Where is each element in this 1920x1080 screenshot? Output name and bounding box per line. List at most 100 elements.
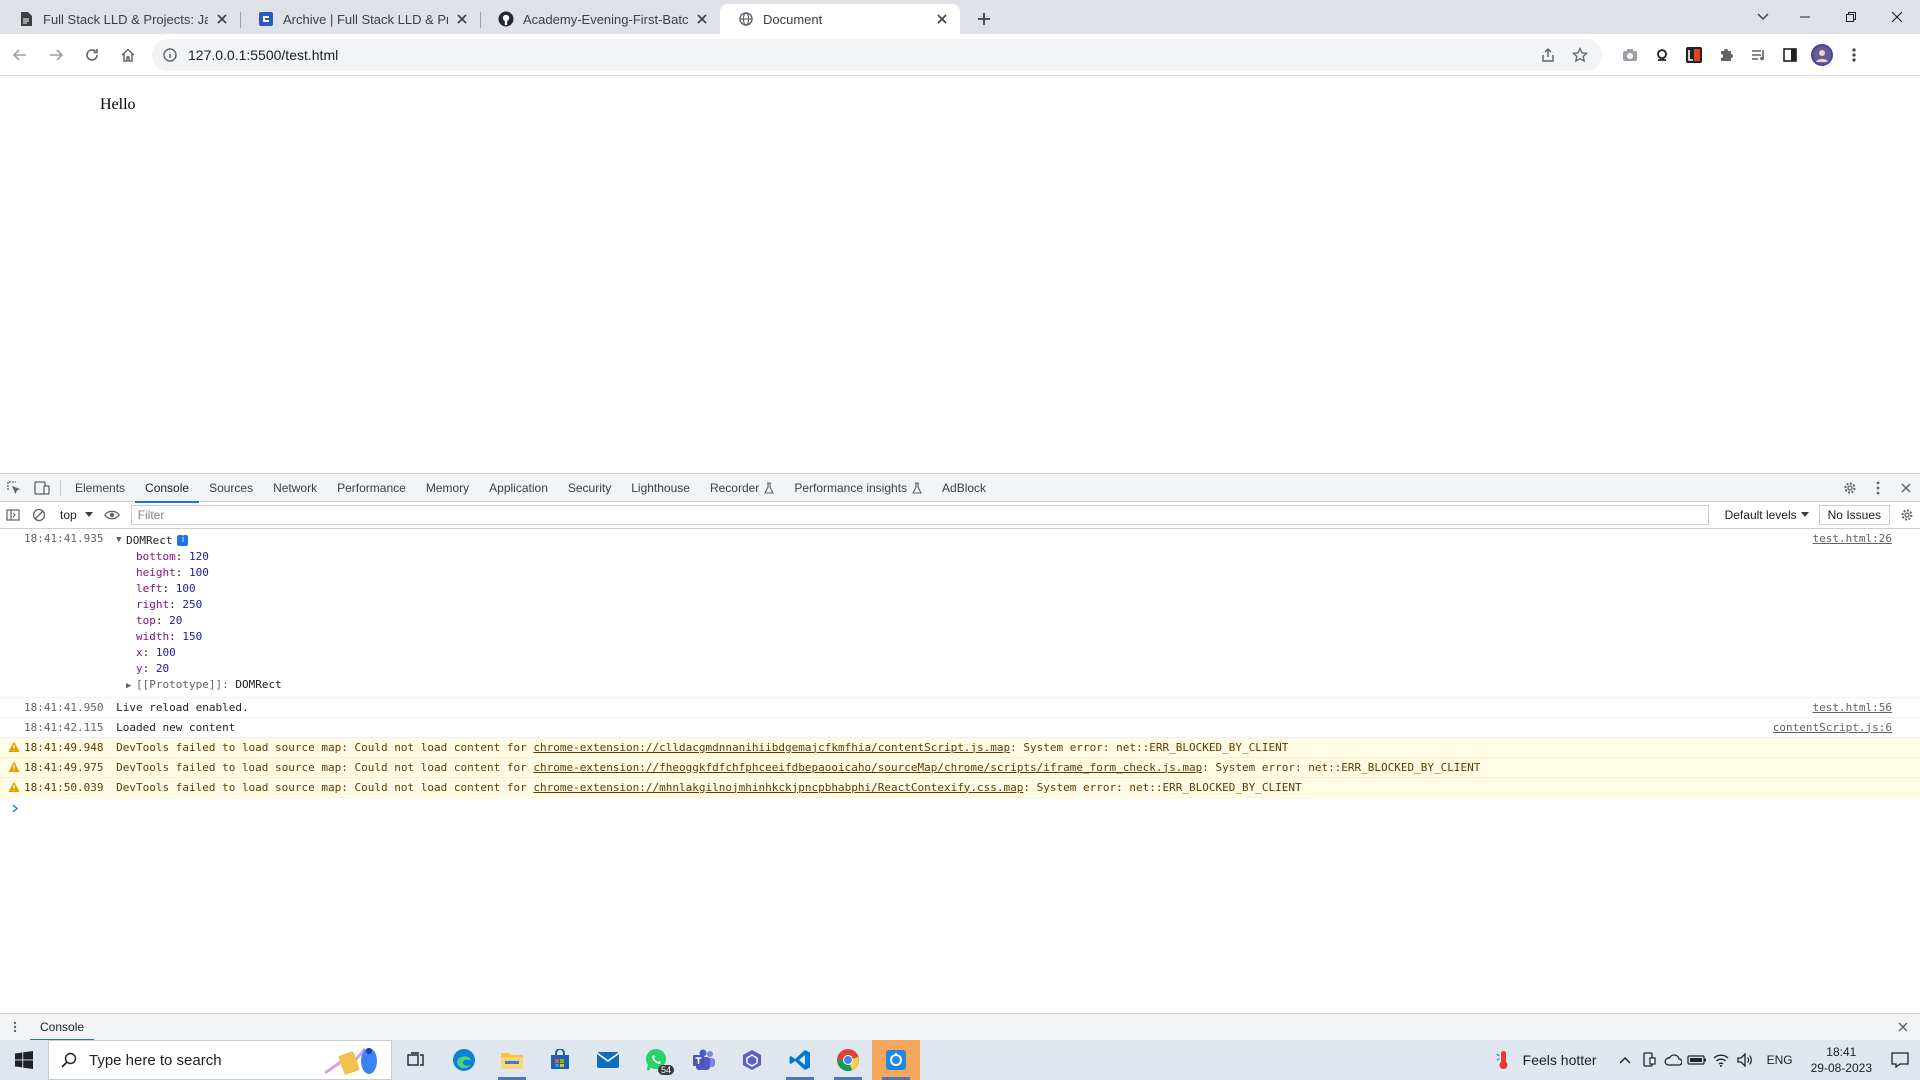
weather-widget[interactable]: Feels hotter — [1495, 1050, 1597, 1070]
reading-list-button[interactable] — [1742, 39, 1774, 71]
devtools-tab-security[interactable]: Security — [558, 474, 621, 502]
extensions-area — [1614, 39, 1870, 71]
device-toolbar-button[interactable] — [28, 474, 56, 502]
inspect-element-button[interactable] — [0, 474, 28, 502]
chrome-icon — [837, 1049, 859, 1072]
forward-button[interactable] — [40, 39, 72, 71]
source-map-link[interactable]: chrome-extension://mhnlakgilnojmhinhkckj… — [533, 781, 1023, 794]
devtools-tab-memory[interactable]: Memory — [416, 474, 479, 502]
input-language[interactable]: ENG — [1767, 1053, 1793, 1067]
flask-icon — [764, 481, 775, 494]
menu-button[interactable] — [1838, 39, 1870, 71]
object-toggle[interactable]: ▼ DOMRect i — [116, 534, 189, 547]
issues-button[interactable]: No Issues — [1818, 505, 1890, 525]
devtools-tab-performance[interactable]: Performance — [327, 474, 416, 502]
battery-button[interactable] — [1685, 1040, 1709, 1080]
home-button[interactable] — [112, 39, 144, 71]
meet-now-button[interactable] — [1637, 1040, 1661, 1080]
address-bar[interactable]: 127.0.0.1:5500/test.html — [152, 38, 1602, 71]
settings-button[interactable] — [1836, 474, 1864, 502]
prototype-toggle[interactable]: ▶ [[Prototype]]: DOMRect — [24, 677, 1920, 694]
devtools-tab-network[interactable]: Network — [263, 474, 327, 502]
devtools-tab-performance-insights[interactable]: Performance insights — [784, 474, 932, 502]
info-icon[interactable]: i — [177, 534, 189, 546]
console-prompt[interactable] — [0, 798, 1920, 816]
bookmark-button[interactable] — [1566, 41, 1594, 69]
taskbar-app-edge[interactable] — [440, 1040, 488, 1080]
drawer-tab-console[interactable]: Console — [30, 1014, 95, 1041]
devtools-menu-button[interactable] — [1864, 474, 1892, 502]
expanded-triangle-icon: ▼ — [116, 535, 122, 545]
browser-tab-1[interactable]: Full Stack LLD & Projects: JavaScript — [0, 4, 240, 34]
minimize-button[interactable] — [1782, 0, 1828, 34]
devtools-tab-sources[interactable]: Sources — [199, 474, 263, 502]
devtools-tab-application[interactable]: Application — [479, 474, 558, 502]
extensions-button[interactable] — [1710, 39, 1742, 71]
clock[interactable]: 18:41 29-08-2023 — [1811, 1044, 1872, 1076]
taskbar-app-hexagon[interactable] — [728, 1040, 776, 1080]
edge-icon — [453, 1049, 475, 1071]
reload-button[interactable] — [76, 39, 108, 71]
new-tab-button[interactable] — [970, 5, 998, 33]
taskbar-app-teams[interactable] — [680, 1040, 728, 1080]
source-map-link[interactable]: chrome-extension://fheoggkfdfchfphceeifd… — [533, 761, 1202, 774]
notifications-button[interactable] — [1880, 1040, 1920, 1080]
console-filter-input[interactable]: Filter — [130, 505, 1709, 525]
profile-button[interactable] — [1806, 39, 1838, 71]
clear-console-button[interactable] — [26, 502, 52, 528]
drawer-menu-button[interactable] — [0, 1021, 30, 1033]
side-panel-button[interactable] — [1774, 39, 1806, 71]
omega-extension[interactable] — [1646, 39, 1678, 71]
taskbar-app-mail[interactable] — [584, 1040, 632, 1080]
taskbar-app-file-explorer[interactable] — [488, 1040, 536, 1080]
volume-button[interactable] — [1733, 1040, 1757, 1080]
live-expression-button[interactable] — [99, 502, 125, 528]
network-button[interactable] — [1709, 1040, 1733, 1080]
restore-button[interactable] — [1828, 0, 1874, 34]
divider — [60, 479, 61, 496]
close-icon[interactable] — [934, 11, 950, 27]
show-hidden-icons-button[interactable] — [1613, 1040, 1637, 1080]
taskbar-app-whatsapp[interactable]: 54 — [632, 1040, 680, 1080]
devtools-tab-lighthouse[interactable]: Lighthouse — [621, 474, 700, 502]
globe-icon — [738, 11, 754, 27]
sidebar-toggle-button[interactable] — [0, 502, 26, 528]
url-text[interactable]: 127.0.0.1:5500/test.html — [188, 47, 1530, 63]
devtools-tab-console[interactable]: Console — [135, 474, 200, 503]
tab-title: Full Stack LLD & Projects: JavaScript — [43, 11, 208, 27]
console-settings-button[interactable] — [1894, 502, 1920, 528]
devtools-tab-recorder[interactable]: Recorder — [700, 474, 784, 502]
source-link[interactable]: test.html:56 — [1813, 701, 1892, 714]
close-devtools-button[interactable] — [1892, 474, 1920, 502]
close-icon[interactable] — [694, 11, 710, 27]
info-icon[interactable] — [160, 45, 180, 65]
log-levels-dropdown[interactable]: Default levels — [1715, 508, 1819, 522]
share-button[interactable] — [1534, 41, 1562, 69]
browser-tab-2[interactable]: Archive | Full Stack LLD & Projects — [240, 4, 480, 34]
back-button[interactable] — [4, 39, 36, 71]
browser-tab-4[interactable]: Document — [720, 4, 960, 34]
onedrive-button[interactable] — [1661, 1040, 1685, 1080]
devtools-tab-adblock[interactable]: AdBlock — [932, 474, 996, 502]
source-link[interactable]: contentScript.js:6 — [1773, 721, 1892, 734]
close-window-button[interactable] — [1874, 0, 1920, 34]
start-button[interactable] — [0, 1040, 48, 1080]
screenshot-extension[interactable] — [1614, 39, 1646, 71]
context-select[interactable]: top — [52, 508, 99, 522]
close-drawer-button[interactable] — [1894, 1018, 1912, 1036]
tab-search-button[interactable] — [1751, 5, 1775, 29]
lb-extension[interactable] — [1678, 39, 1710, 71]
close-icon[interactable] — [454, 11, 470, 27]
source-map-link[interactable]: chrome-extension://clldacgmdnnanihiibdge… — [533, 741, 1010, 754]
devtools-tab-elements[interactable]: Elements — [65, 474, 135, 502]
browser-tab-3[interactable]: Academy-Evening-First-Batch--Full — [480, 4, 720, 34]
taskbar-app-recorder[interactable] — [872, 1040, 920, 1080]
warning-text: DevTools failed to load source map: Coul… — [116, 760, 527, 774]
task-view-button[interactable] — [392, 1040, 440, 1080]
taskbar-app-vscode[interactable] — [776, 1040, 824, 1080]
close-icon[interactable] — [214, 11, 230, 27]
taskbar-app-store[interactable] — [536, 1040, 584, 1080]
taskbar-search[interactable]: Type here to search — [48, 1040, 392, 1080]
source-link[interactable]: test.html:26 — [1813, 532, 1892, 545]
taskbar-app-chrome[interactable] — [824, 1040, 872, 1080]
